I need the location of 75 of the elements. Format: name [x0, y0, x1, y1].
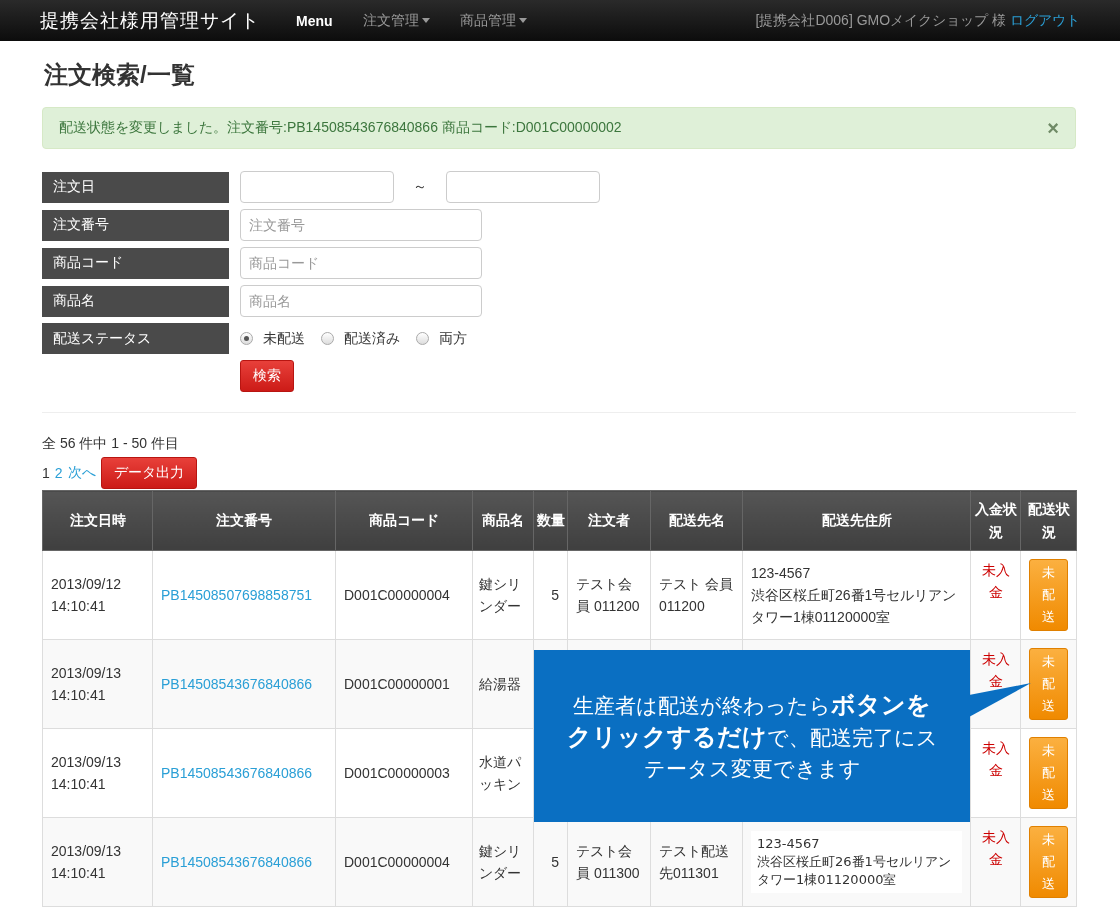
- table-cell: 2013/09/13 14:10:41: [51, 754, 122, 792]
- range-separator: ～: [413, 178, 427, 196]
- date-from-field[interactable]: [240, 171, 394, 203]
- export-button[interactable]: データ出力: [100, 457, 197, 489]
- radio-icon[interactable]: [416, 332, 429, 345]
- nav-dropdown[interactable]: 注文管理: [362, 11, 430, 30]
- order-link[interactable]: PB14508543676840866: [161, 854, 313, 870]
- site-title[interactable]: 提携会社様用管理サイト: [40, 7, 260, 34]
- table-cell: テスト配送先011301: [659, 843, 729, 881]
- column-header: 配送状況: [1020, 490, 1077, 551]
- order-link[interactable]: PB14508543676840866: [161, 765, 313, 781]
- result-count: 全 56 件中 1 - 50 件目: [42, 435, 180, 453]
- postal-code: 123-4567: [751, 564, 812, 583]
- address-text: 渋谷区桜丘町26番1号セルリアンタワー1棟01120000室: [751, 586, 958, 627]
- order-link[interactable]: PB14508543676840866: [161, 676, 313, 692]
- user-name: [提携会社D006] GMOメイクショップ 様: [755, 11, 1006, 30]
- table-cell: 5: [551, 587, 559, 603]
- table-cell: テスト 会員 011200: [659, 576, 733, 614]
- page-link[interactable]: 1: [42, 465, 50, 481]
- column-header: 注文者: [567, 490, 651, 551]
- field-label: 注文番号: [42, 209, 229, 241]
- search-field[interactable]: 注文番号: [240, 209, 482, 241]
- table-cell: 5: [551, 854, 559, 870]
- nav-dropdown[interactable]: 商品管理: [459, 11, 527, 30]
- page-title: 注文検索/一覧: [44, 60, 196, 90]
- date-to-field[interactable]: [446, 171, 600, 203]
- table-cell: D001C00000004: [344, 587, 450, 603]
- table-cell: D001C00000003: [344, 765, 450, 781]
- logout-link[interactable]: ログアウト: [1010, 11, 1080, 30]
- search-field[interactable]: 商品コード: [240, 247, 482, 279]
- callout-box: 生産者は配送が終わったらボタンをクリックするだけで、配送完了にステータス変更できます: [534, 650, 970, 822]
- table-cell: 鍵シリンダー: [479, 843, 521, 881]
- payment-status: 未入金: [981, 740, 1010, 778]
- table-cell: 2013/09/13 14:10:41: [51, 843, 122, 881]
- alert-message: 配送状態を変更しました。注文番号:PB14508543676840866 商品コード:D001C00000002: [59, 119, 622, 137]
- column-header: 入金状況: [970, 490, 1021, 551]
- address-text: 渋谷区桜丘町26番1号セルリアンタワー1棟01120000室: [757, 853, 952, 889]
- column-header: 商品コード: [335, 490, 473, 551]
- column-header: 配送先住所: [742, 490, 971, 551]
- caret-icon: [421, 18, 430, 23]
- field-label: 注文日: [42, 171, 229, 203]
- column-header: 商品名: [472, 490, 534, 551]
- nav-link[interactable]: Menu: [296, 12, 333, 29]
- table-cell: D001C00000001: [344, 676, 450, 692]
- search-field[interactable]: 商品名: [240, 285, 482, 317]
- payment-status: 未入金: [981, 562, 1010, 600]
- radio-icon[interactable]: [240, 332, 253, 345]
- table-cell: 2013/09/13 14:10:41: [51, 665, 122, 703]
- status-radio[interactable]: 配送済み: [321, 329, 400, 348]
- column-header: 注文番号: [152, 490, 336, 551]
- order-link[interactable]: PB14508507698858751: [161, 587, 313, 603]
- close-button[interactable]: ×: [1047, 116, 1059, 140]
- table-cell: 水道パッキン: [479, 754, 521, 792]
- field-label: 商品名: [42, 285, 229, 317]
- column-header: 注文日時: [42, 490, 153, 551]
- column-header: 数量: [533, 490, 568, 551]
- payment-status: 未入金: [981, 651, 1010, 689]
- status-radio[interactable]: 両方: [416, 329, 467, 348]
- search-button[interactable]: 検索: [240, 360, 294, 392]
- table-cell: D001C00000004: [344, 854, 450, 870]
- table-cell: 鍵シリンダー: [479, 576, 521, 614]
- column-header: 配送先名: [650, 490, 743, 551]
- table-cell: テスト会員 011200: [576, 576, 640, 614]
- postal-code: 123-4567: [757, 835, 821, 853]
- table-cell: 給湯器: [479, 676, 521, 692]
- field-label: 商品コード: [42, 247, 229, 279]
- table-cell: 2013/09/12 14:10:41: [51, 576, 122, 614]
- page-link[interactable]: 2: [54, 465, 63, 481]
- radio-icon[interactable]: [321, 332, 334, 345]
- table-cell: テスト会員 011300: [576, 843, 640, 881]
- field-label: 配送ステータス: [42, 323, 229, 354]
- payment-status: 未入金: [981, 829, 1010, 867]
- next-link[interactable]: 次へ: [67, 464, 96, 482]
- caret-icon: [518, 18, 527, 23]
- status-radio[interactable]: 未配送: [240, 329, 305, 348]
